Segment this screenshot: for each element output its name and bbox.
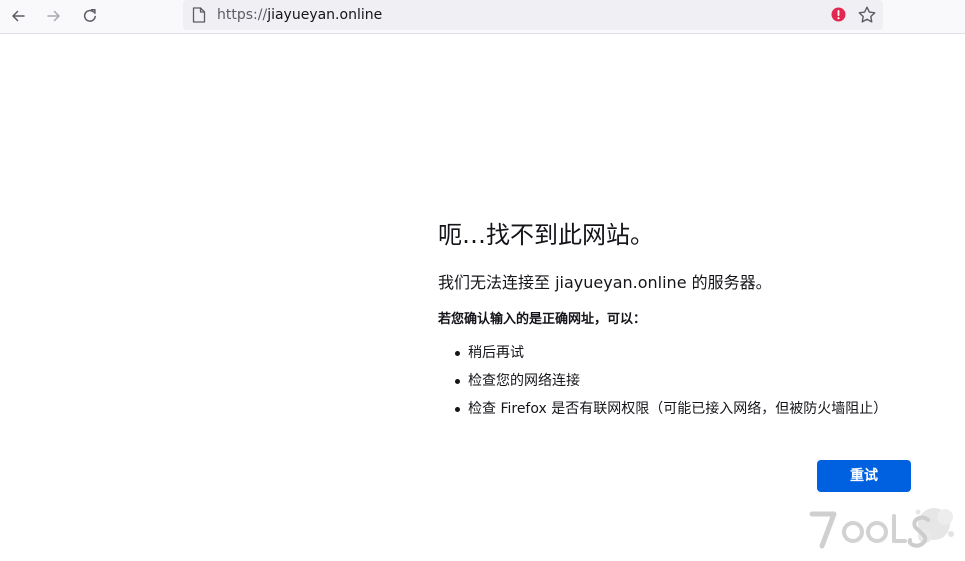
tip-text: 检查您的网络连接 [468,373,580,389]
address-bar[interactable]: https://jiayueyan.online [183,0,883,30]
page-icon [192,7,206,23]
list-item: 稍后再试 [454,343,948,363]
star-icon[interactable] [857,5,877,25]
bullet [455,407,460,412]
advice-heading: 若您确认输入的是正确网址，可以： [438,312,647,327]
warning-icon[interactable] [831,7,846,22]
forward-button[interactable] [40,3,68,29]
reload-icon [83,9,96,22]
browser-toolbar: https://jiayueyan.online [0,0,965,34]
tip-text: 检查 Firefox 是否有联网权限（可能已接入网络，但被防火墙阻止） [468,401,888,417]
error-content: 呃…找不到此网站。 我们无法连接至 jiayueyan.online 的服务器。… [438,218,948,427]
url-host: jiayueyan.online [267,7,383,23]
url-scheme: https:// [217,7,268,23]
tips-list: 稍后再试 检查您的网络连接 检查 Firefox 是否有联网权限（可能已接入网络… [438,343,948,419]
back-arrow-icon [12,10,25,22]
error-intro: 我们无法连接至 jiayueyan.online 的服务器。 [438,273,772,292]
watermark-logo [809,508,954,549]
list-item: 检查您的网络连接 [454,371,948,391]
error-title: 呃…找不到此网站。 [438,221,654,249]
bullet [455,351,460,356]
bullet [455,379,460,384]
tip-text: 稍后再试 [468,345,524,361]
back-button[interactable] [4,3,32,29]
retry-button[interactable]: 重试 [817,460,911,492]
url-text[interactable]: https://jiayueyan.online [217,6,382,24]
reload-button[interactable] [76,3,104,29]
forward-arrow-icon [47,10,60,22]
list-item: 检查 Firefox 是否有联网权限（可能已接入网络，但被防火墙阻止） [454,399,948,419]
